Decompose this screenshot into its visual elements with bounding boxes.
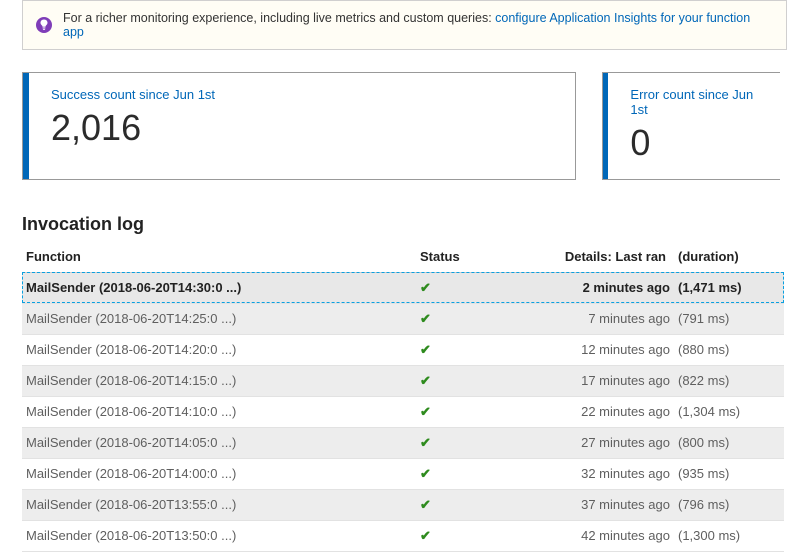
check-icon: ✔ — [420, 404, 431, 419]
check-icon: ✔ — [420, 466, 431, 481]
check-icon: ✔ — [420, 342, 431, 357]
cell-status: ✔ — [416, 365, 482, 396]
success-count-value: 2,016 — [51, 108, 215, 148]
cell-status: ✔ — [416, 396, 482, 427]
cell-status: ✔ — [416, 458, 482, 489]
cell-function: MailSender (2018-06-20T13:50:0 ...) — [22, 520, 416, 551]
cell-function: MailSender (2018-06-20T14:10:0 ...) — [22, 396, 416, 427]
cell-duration: (822 ms) — [674, 365, 784, 396]
header-function[interactable]: Function — [22, 243, 416, 273]
cell-function: MailSender (2018-06-20T13:55:0 ...) — [22, 489, 416, 520]
cell-last-ran: 7 minutes ago — [482, 303, 674, 334]
cell-duration: (791 ms) — [674, 303, 784, 334]
cell-status: ✔ — [416, 489, 482, 520]
banner-text: For a richer monitoring experience, incl… — [63, 11, 774, 39]
success-count-label: Success count since Jun 1st — [51, 87, 215, 102]
cell-function: MailSender (2018-06-20T14:05:0 ...) — [22, 427, 416, 458]
cell-last-ran: 27 minutes ago — [482, 427, 674, 458]
cell-status: ✔ — [416, 272, 482, 303]
cell-last-ran: 37 minutes ago — [482, 489, 674, 520]
cell-function: MailSender (2018-06-20T14:25:0 ...) — [22, 303, 416, 334]
header-status[interactable]: Status — [416, 243, 482, 273]
cell-last-ran: 32 minutes ago — [482, 458, 674, 489]
check-icon: ✔ — [420, 435, 431, 450]
check-icon: ✔ — [420, 373, 431, 388]
invocation-log-table: Function Status Details: Last ran (durat… — [22, 243, 784, 552]
table-row[interactable]: MailSender (2018-06-20T14:05:0 ...) ✔ 27 m… — [22, 427, 784, 458]
cell-duration: (796 ms) — [674, 489, 784, 520]
table-row[interactable]: MailSender (2018-06-20T14:15:0 ...) ✔ 17 m… — [22, 365, 784, 396]
table-row[interactable]: MailSender (2018-06-20T14:10:0 ...) ✔ 22 m… — [22, 396, 784, 427]
cell-duration: (1,304 ms) — [674, 396, 784, 427]
cell-last-ran: 12 minutes ago — [482, 334, 674, 365]
table-row[interactable]: MailSender (2018-06-20T14:30:0 ...) ✔ 2 mi… — [22, 272, 784, 303]
invocation-log-title: Invocation log — [22, 214, 789, 235]
cell-duration: (1,471 ms) — [674, 272, 784, 303]
cell-duration: (800 ms) — [674, 427, 784, 458]
header-last-ran[interactable]: Details: Last ran — [482, 243, 674, 273]
check-icon: ✔ — [420, 528, 431, 543]
check-icon: ✔ — [420, 311, 431, 326]
cell-duration: (935 ms) — [674, 458, 784, 489]
app-insights-banner: For a richer monitoring experience, incl… — [22, 0, 787, 50]
cell-last-ran: 17 minutes ago — [482, 365, 674, 396]
cell-duration: (1,300 ms) — [674, 520, 784, 551]
cell-function: MailSender (2018-06-20T14:00:0 ...) — [22, 458, 416, 489]
header-duration[interactable]: (duration) — [674, 243, 784, 273]
cell-function: MailSender (2018-06-20T14:30:0 ...) — [22, 272, 416, 303]
table-row[interactable]: MailSender (2018-06-20T13:50:0 ...) ✔ 42 m… — [22, 520, 784, 551]
banner-message: For a richer monitoring experience, incl… — [63, 11, 495, 25]
cell-function: MailSender (2018-06-20T14:15:0 ...) — [22, 365, 416, 396]
error-count-label: Error count since Jun 1st — [630, 87, 760, 117]
table-row[interactable]: MailSender (2018-06-20T14:00:0 ...) ✔ 32 m… — [22, 458, 784, 489]
cell-status: ✔ — [416, 427, 482, 458]
table-header-row: Function Status Details: Last ran (durat… — [22, 243, 784, 273]
table-row[interactable]: MailSender (2018-06-20T14:20:0 ...) ✔ 12 m… — [22, 334, 784, 365]
table-row[interactable]: MailSender (2018-06-20T14:25:0 ...) ✔ 7 mi… — [22, 303, 784, 334]
cell-status: ✔ — [416, 334, 482, 365]
cell-last-ran: 42 minutes ago — [482, 520, 674, 551]
cell-last-ran: 2 minutes ago — [482, 272, 674, 303]
check-icon: ✔ — [420, 280, 431, 295]
error-count-card[interactable]: Error count since Jun 1st 0 — [602, 72, 780, 180]
cell-duration: (880 ms) — [674, 334, 784, 365]
table-row[interactable]: MailSender (2018-06-20T13:55:0 ...) ✔ 37 m… — [22, 489, 784, 520]
cell-function: MailSender (2018-06-20T14:20:0 ...) — [22, 334, 416, 365]
lightbulb-icon — [35, 16, 53, 34]
cell-status: ✔ — [416, 520, 482, 551]
check-icon: ✔ — [420, 497, 431, 512]
cell-last-ran: 22 minutes ago — [482, 396, 674, 427]
metric-cards: Success count since Jun 1st 2,016 Error … — [22, 72, 789, 180]
cell-status: ✔ — [416, 303, 482, 334]
success-count-card[interactable]: Success count since Jun 1st 2,016 — [22, 72, 576, 180]
error-count-value: 0 — [630, 123, 760, 163]
